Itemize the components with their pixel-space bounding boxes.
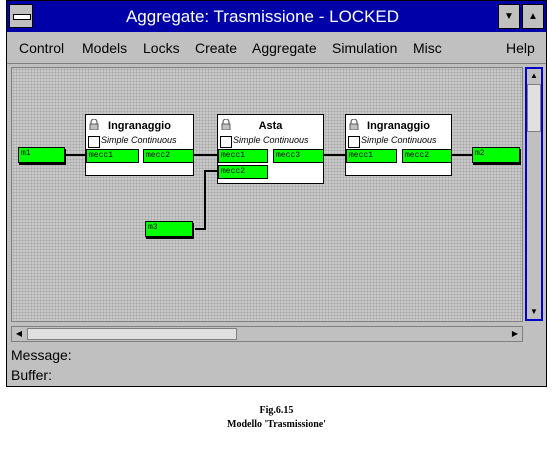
- menu-help[interactable]: Help: [506, 40, 535, 56]
- vertical-scrollbar[interactable]: ▲ ▼: [525, 67, 543, 321]
- message-label: Message:: [11, 347, 72, 363]
- maximize-icon: ▲: [528, 11, 538, 22]
- port-mecc2[interactable]: mecc2: [218, 165, 268, 179]
- external-port-m2[interactable]: m2: [472, 147, 520, 163]
- block-subtitle: Simple Continuous: [101, 135, 177, 145]
- block-subtitle: Simple Continuous: [233, 135, 309, 145]
- model-canvas[interactable]: m1 m2 m3 Ingranaggio Simple Continuous m…: [11, 67, 523, 322]
- block-title: Asta: [258, 120, 283, 132]
- block-checkbox[interactable]: [348, 136, 360, 148]
- vertical-scroll-thumb[interactable]: [527, 84, 541, 132]
- system-menu-icon: [13, 14, 31, 20]
- horizontal-scroll-thumb[interactable]: [27, 328, 237, 340]
- block-title: Ingranaggio: [367, 120, 430, 132]
- title-bar[interactable]: Aggregate: Trasmissione - LOCKED ▼ ▲: [7, 1, 546, 32]
- menu-create[interactable]: Create: [195, 40, 237, 56]
- scroll-down-arrow-icon[interactable]: ▼: [527, 305, 541, 319]
- horizontal-scrollbar[interactable]: ◀ ▶: [11, 326, 523, 342]
- block-ingranaggio-1[interactable]: Ingranaggio Simple Continuous mecc1 mecc…: [85, 114, 194, 176]
- scroll-left-arrow-icon[interactable]: ◀: [12, 327, 26, 341]
- buffer-label: Buffer:: [11, 367, 52, 383]
- port-mecc1[interactable]: mecc1: [346, 149, 397, 163]
- port-mecc2[interactable]: mecc2: [143, 149, 194, 163]
- menu-models[interactable]: Models: [82, 40, 127, 56]
- block-ingranaggio-2[interactable]: Ingranaggio Simple Continuous mecc1 mecc…: [345, 114, 452, 176]
- block-subtitle: Simple Continuous: [361, 135, 437, 145]
- block-asta[interactable]: Asta Simple Continuous mecc1 mecc3 mecc2: [217, 114, 324, 184]
- menu-misc[interactable]: Misc: [413, 40, 442, 56]
- menu-control[interactable]: Control: [19, 40, 64, 56]
- block-checkbox[interactable]: [88, 136, 100, 148]
- scroll-up-arrow-icon[interactable]: ▲: [527, 69, 541, 83]
- window-title: Aggregate: Trasmissione - LOCKED: [125, 7, 400, 26]
- system-menu-button[interactable]: [9, 4, 33, 28]
- block-checkbox[interactable]: [220, 136, 232, 148]
- port-mecc2[interactable]: mecc2: [402, 149, 452, 163]
- menu-bar: Control Models Locks Create Aggregate Si…: [7, 32, 546, 64]
- port-mecc3[interactable]: mecc3: [273, 149, 324, 163]
- external-port-m1[interactable]: m1: [18, 147, 65, 163]
- minimize-button[interactable]: ▼: [498, 4, 520, 29]
- external-port-m3[interactable]: m3: [145, 221, 193, 237]
- port-mecc1[interactable]: mecc1: [86, 149, 139, 163]
- app-window: Aggregate: Trasmissione - LOCKED ▼ ▲ Con…: [6, 0, 547, 387]
- port-mecc1[interactable]: mecc1: [218, 149, 268, 163]
- block-title: Ingranaggio: [108, 120, 171, 132]
- figure-number: Fig.6.15: [259, 405, 294, 416]
- menu-locks[interactable]: Locks: [143, 40, 180, 56]
- connection-wires: [65, 154, 472, 230]
- menu-simulation[interactable]: Simulation: [332, 40, 397, 56]
- minimize-icon: ▼: [504, 11, 514, 22]
- maximize-button[interactable]: ▲: [522, 4, 544, 29]
- scroll-right-arrow-icon[interactable]: ▶: [508, 327, 522, 341]
- figure-caption: Modello 'Trasmissione': [227, 419, 326, 430]
- menu-aggregate[interactable]: Aggregate: [252, 40, 317, 56]
